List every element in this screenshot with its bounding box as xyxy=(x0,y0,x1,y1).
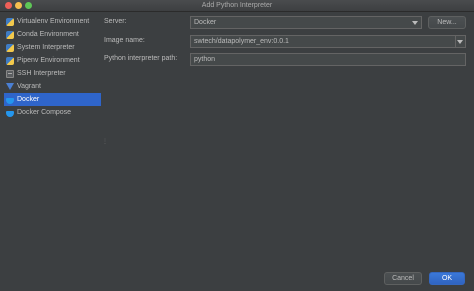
sidebar-item-pipenv[interactable]: Pipenv Environment xyxy=(4,54,101,67)
image-dropdown-button[interactable] xyxy=(455,36,465,47)
chevron-down-icon xyxy=(457,40,463,44)
sidebar-item-system-interpreter[interactable]: System Interpreter xyxy=(4,41,101,54)
docker-icon xyxy=(6,110,14,117)
docker-icon xyxy=(6,97,14,104)
cancel-button[interactable]: Cancel xyxy=(384,272,422,285)
sidebar-item-label: Pipenv Environment xyxy=(17,57,80,64)
sidebar-item-label: Conda Environment xyxy=(17,31,79,38)
sidebar-item-label: Vagrant xyxy=(17,83,41,90)
sidebar-item-docker-compose[interactable]: Docker Compose xyxy=(4,106,101,119)
python-icon xyxy=(6,30,14,39)
image-name-value: swtech/datapolymer_env:0.0.1 xyxy=(194,38,289,45)
python-path-label: Python interpreter path: xyxy=(104,55,178,62)
vagrant-icon xyxy=(6,83,14,90)
sidebar-item-docker[interactable]: Docker xyxy=(4,93,101,106)
image-row: Image name: swtech/datapolymer_env:0.0.1 xyxy=(104,35,466,48)
sidebar-item-conda[interactable]: Conda Environment xyxy=(4,28,101,41)
ssh-icon xyxy=(6,69,14,78)
image-name-combobox[interactable]: swtech/datapolymer_env:0.0.1 xyxy=(190,35,466,48)
python-icon xyxy=(6,17,14,26)
new-server-button[interactable]: New... xyxy=(428,16,466,29)
python-path-input[interactable]: python xyxy=(190,53,466,66)
title-bar: Add Python Interpreter xyxy=(0,0,474,12)
path-row: Python interpreter path: python xyxy=(104,53,466,66)
chevron-down-icon xyxy=(412,21,418,25)
minimize-window-button[interactable] xyxy=(15,2,22,9)
sidebar-item-label: SSH Interpreter xyxy=(17,70,66,77)
sidebar-item-vagrant[interactable]: Vagrant xyxy=(4,80,101,93)
sidebar-item-label: Docker xyxy=(17,96,40,103)
close-window-button[interactable] xyxy=(5,2,12,9)
sidebar-item-ssh[interactable]: SSH Interpreter xyxy=(4,67,101,80)
sidebar-item-virtualenv[interactable]: Virtualenv Environment xyxy=(4,15,101,28)
window-title: Add Python Interpreter xyxy=(201,2,273,9)
server-row: Server: Docker New... xyxy=(104,16,466,29)
server-label: Server: xyxy=(104,18,127,25)
sidebar-item-label: System Interpreter xyxy=(17,44,75,51)
sidebar-item-label: Virtualenv Environment xyxy=(17,18,90,25)
python-icon xyxy=(6,43,14,52)
image-name-label: Image name: xyxy=(104,37,145,44)
ok-button[interactable]: OK xyxy=(429,272,465,285)
server-select[interactable]: Docker xyxy=(190,16,422,29)
interpreter-type-list: Virtualenv Environment Conda Environment… xyxy=(4,15,101,119)
python-icon xyxy=(6,56,14,65)
splitter-handle[interactable]: ⋮ xyxy=(102,138,108,145)
server-select-value: Docker xyxy=(194,19,217,26)
sidebar-item-label: Docker Compose xyxy=(17,109,72,116)
maximize-window-button[interactable] xyxy=(25,2,32,9)
